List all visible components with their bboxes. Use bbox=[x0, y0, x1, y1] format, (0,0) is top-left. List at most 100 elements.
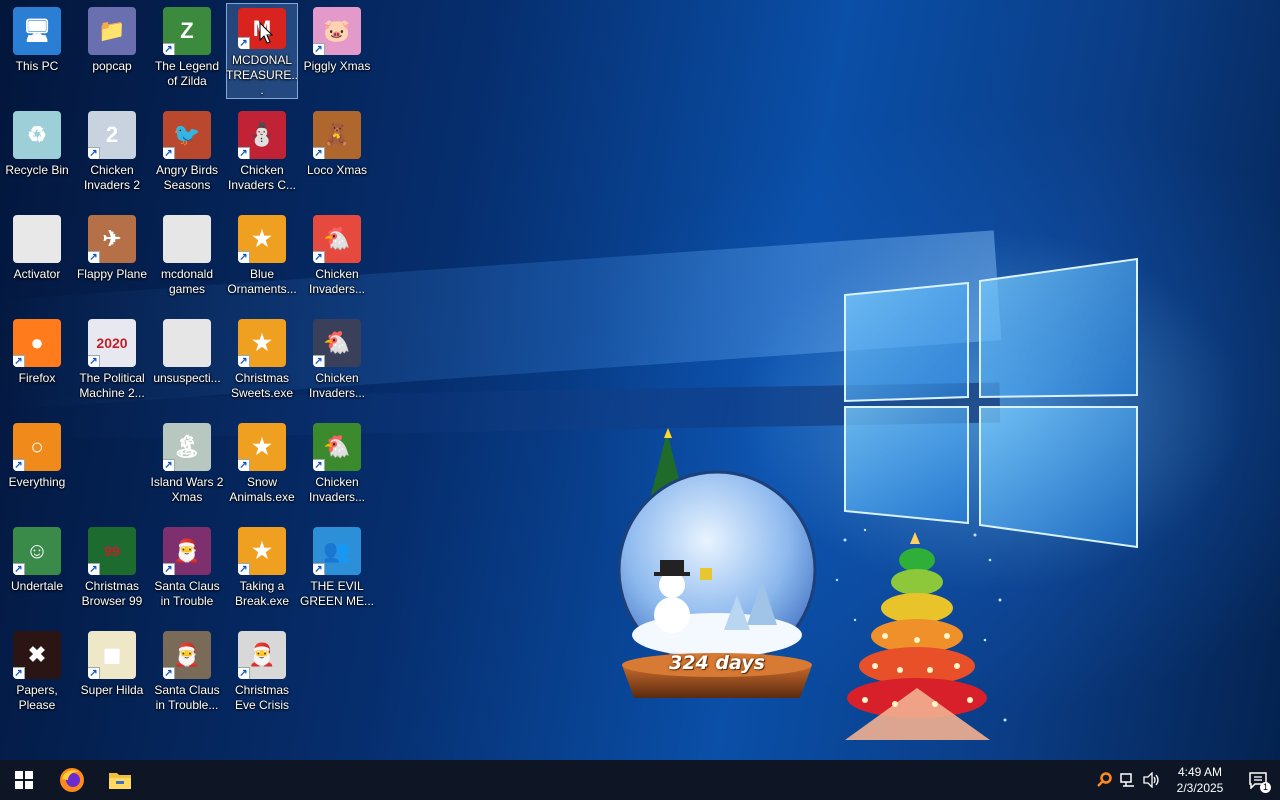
shortcut-arrow-icon: ↗ bbox=[238, 355, 250, 367]
action-center-button[interactable]: 1 bbox=[1236, 760, 1280, 800]
desktop-icon-activator[interactable]: Activator bbox=[1, 211, 73, 307]
icon-glyph: ☺ bbox=[25, 538, 49, 563]
snow-globe-countdown-gadget[interactable]: 324 days bbox=[612, 420, 822, 710]
desktop-icon-undertale[interactable]: ☺ ↗ Undertale bbox=[1, 523, 73, 619]
volume-tray-button[interactable] bbox=[1140, 760, 1164, 800]
desktop-icon-super-hilda[interactable]: ◼ ↗ Super Hilda bbox=[76, 627, 148, 723]
flappy-plane-icon: ✈ ↗ bbox=[88, 215, 136, 263]
desktop-icon-unsuspecti[interactable]: unsuspecti... bbox=[151, 315, 223, 411]
desktop-icon-chicken-invaders[interactable]: 🐔 ↗ Chicken Invaders... bbox=[301, 315, 373, 411]
desktop-icon-label: Santa Claus in Trouble bbox=[154, 579, 220, 608]
desktop-icon-label: THE EVIL GREEN ME... bbox=[300, 579, 375, 608]
papers-please-icon: ✖ ↗ bbox=[13, 631, 61, 679]
desktop-icon-the-evil-green-me[interactable]: 👥 ↗ THE EVIL GREEN ME... bbox=[300, 523, 375, 619]
chicken-invaders-2-icon: 2 ↗ bbox=[88, 111, 136, 159]
icon-glyph: 🐔 bbox=[323, 434, 351, 459]
firefox-taskbar-button[interactable] bbox=[48, 760, 96, 800]
desktop-icon-everything[interactable]: ○ ↗ Everything bbox=[1, 419, 73, 515]
desktop-icon-chicken-invaders[interactable]: 🐔 ↗ Chicken Invaders... bbox=[301, 211, 373, 307]
shortcut-arrow-icon: ↗ bbox=[313, 147, 325, 159]
desktop-icon-label: mcdonald games bbox=[160, 267, 214, 296]
shortcut-arrow-icon: ↗ bbox=[238, 459, 250, 471]
desktop-icon-label: Blue Ornaments... bbox=[227, 267, 297, 296]
desktop-icon-label: Christmas Sweets.exe bbox=[230, 371, 294, 400]
desktop-icon-mcdonald-games[interactable]: mcdonald games bbox=[151, 211, 223, 307]
folder-icon bbox=[109, 773, 131, 789]
desktop-icon-piggly-xmas[interactable]: 🐷 ↗ Piggly Xmas bbox=[301, 3, 373, 99]
piggly-xmas-icon: 🐷 ↗ bbox=[313, 7, 361, 55]
blank-file-icon bbox=[13, 215, 61, 263]
search-icon bbox=[1097, 772, 1112, 787]
desktop-icon-label: Angry Birds Seasons bbox=[155, 163, 219, 192]
icon-glyph: ● bbox=[30, 330, 44, 355]
desktop-icon-recycle-bin[interactable]: ♻ Recycle Bin bbox=[1, 107, 73, 203]
desktop-icon-chicken-invaders-c[interactable]: ⛄ ↗ Chicken Invaders C... bbox=[226, 107, 298, 203]
christmas-sweets-icon: ★ ↗ bbox=[238, 319, 286, 367]
christmas-tree-gadget[interactable] bbox=[825, 520, 1010, 750]
desktop-icon-label: Chicken Invaders 2 bbox=[83, 163, 141, 192]
start-button[interactable] bbox=[0, 760, 48, 800]
desktop-icon-blue-ornaments[interactable]: ★ ↗ Blue Ornaments... bbox=[226, 211, 298, 307]
popcap-folder-icon: 📁 bbox=[88, 7, 136, 55]
desktop-icon-label: Firefox bbox=[18, 371, 56, 385]
desktop-icon-angry-birds-seasons[interactable]: 🐦 ↗ Angry Birds Seasons bbox=[151, 107, 223, 203]
desktop-icon-christmas-eve-crisis[interactable]: 🎅 ↗ Christmas Eve Crisis bbox=[226, 627, 298, 723]
desktop-icon-santa-claus-in-trouble[interactable]: 🎅 ↗ Santa Claus in Trouble... bbox=[151, 627, 223, 723]
desktop-icon-popcap[interactable]: 📁 popcap bbox=[76, 3, 148, 99]
desktop-icon-label: popcap bbox=[92, 59, 132, 73]
desktop-icon-label: Santa Claus in Trouble... bbox=[154, 683, 220, 712]
search-tray-button[interactable] bbox=[1092, 760, 1116, 800]
icon-glyph: ⛄ bbox=[248, 122, 276, 147]
file-explorer-taskbar-button[interactable] bbox=[96, 760, 144, 800]
desktop-icon-label: Chicken Invaders... bbox=[308, 371, 366, 400]
desktop-icon-chicken-invaders-2[interactable]: 2 ↗ Chicken Invaders 2 bbox=[76, 107, 148, 203]
recycle-bin-icon: ♻ bbox=[13, 111, 61, 159]
desktop-icon-the-legend-of-zilda[interactable]: Z ↗ The Legend of Zilda bbox=[151, 3, 223, 99]
desktop-icon-label: Taking a Break.exe bbox=[234, 579, 290, 608]
desktop-icon-taking-a-break-exe[interactable]: ★ ↗ Taking a Break.exe bbox=[226, 523, 298, 619]
desktop-icon-the-political-machine-2[interactable]: 2020 ↗ The Political Machine 2... bbox=[76, 315, 148, 411]
angry-birds-seasons-icon: 🐦 ↗ bbox=[163, 111, 211, 159]
desktop-icon-island-wars-2-xmas[interactable]: 🏝 ↗ Island Wars 2 Xmas bbox=[151, 419, 223, 515]
system-clock[interactable]: 4:49 AM 2/3/2025 bbox=[1170, 764, 1230, 796]
desktop-icon-mcdonal-treasure[interactable]: M ↗ MCDONAL TREASURE... bbox=[226, 3, 298, 99]
shortcut-arrow-icon: ↗ bbox=[163, 43, 175, 55]
desktop-icon-firefox[interactable]: ● ↗ Firefox bbox=[1, 315, 73, 411]
chicken-invaders-icon: 🐔 ↗ bbox=[313, 319, 361, 367]
desktop-icon-label: This PC bbox=[15, 59, 59, 73]
icon-glyph: ✖ bbox=[27, 642, 47, 667]
icon-glyph: 2 bbox=[105, 122, 119, 147]
shortcut-arrow-icon: ↗ bbox=[238, 667, 250, 679]
chicken-invaders-icon: 🐔 ↗ bbox=[313, 423, 361, 471]
desktop[interactable]: 🖥 This PC 📁 popcap Z ↗ The Legend of Zilda M ↗ MC… bbox=[0, 0, 1280, 760]
shortcut-arrow-icon: ↗ bbox=[313, 43, 325, 55]
desktop-icon-christmas-browser-99[interactable]: 99 ↗ Christmas Browser 99 bbox=[76, 523, 148, 619]
shortcut-arrow-icon: ↗ bbox=[238, 251, 250, 263]
shortcut-arrow-icon: ↗ bbox=[13, 459, 25, 471]
icon-glyph: ★ bbox=[252, 538, 272, 563]
desktop-icon-label: Chicken Invaders C... bbox=[227, 163, 297, 192]
shortcut-arrow-icon: ↗ bbox=[88, 667, 100, 679]
system-tray: 4:49 AM 2/3/2025 1 bbox=[1092, 760, 1280, 800]
desktop-icon-papers-please[interactable]: ✖ ↗ Papers, Please bbox=[1, 627, 73, 723]
icon-glyph: 🎅 bbox=[173, 642, 201, 667]
desktop-icon-this-pc[interactable]: 🖥 This PC bbox=[1, 3, 73, 99]
icon-glyph: 🐷 bbox=[323, 18, 351, 43]
taskbar: 4:49 AM 2/3/2025 1 bbox=[0, 760, 1280, 800]
desktop-icon-loco-xmas[interactable]: 🧸 ↗ Loco Xmas bbox=[301, 107, 373, 203]
desktop-icon-santa-claus-in-trouble[interactable]: 🎅 ↗ Santa Claus in Trouble bbox=[151, 523, 223, 619]
desktop-icon-label: Christmas Browser 99 bbox=[81, 579, 143, 608]
shortcut-arrow-icon: ↗ bbox=[163, 667, 175, 679]
icon-glyph: M bbox=[252, 15, 272, 41]
desktop-icon-label: Papers, Please bbox=[16, 683, 58, 712]
desktop-icon-chicken-invaders[interactable]: 🐔 ↗ Chicken Invaders... bbox=[301, 419, 373, 515]
network-tray-button[interactable] bbox=[1116, 760, 1140, 800]
desktop-icon-flappy-plane[interactable]: ✈ ↗ Flappy Plane bbox=[76, 211, 148, 307]
desktop-icon-snow-animals-exe[interactable]: ★ ↗ Snow Animals.exe bbox=[226, 419, 298, 515]
everything-search-icon: ○ ↗ bbox=[13, 423, 61, 471]
windows-logo-icon bbox=[15, 771, 33, 789]
desktop-icon-christmas-sweets-exe[interactable]: ★ ↗ Christmas Sweets.exe bbox=[226, 315, 298, 411]
icon-glyph: ♻ bbox=[27, 122, 47, 147]
santa-claus-trouble-icon: 🎅 ↗ bbox=[163, 527, 211, 575]
shortcut-arrow-icon: ↗ bbox=[13, 563, 25, 575]
